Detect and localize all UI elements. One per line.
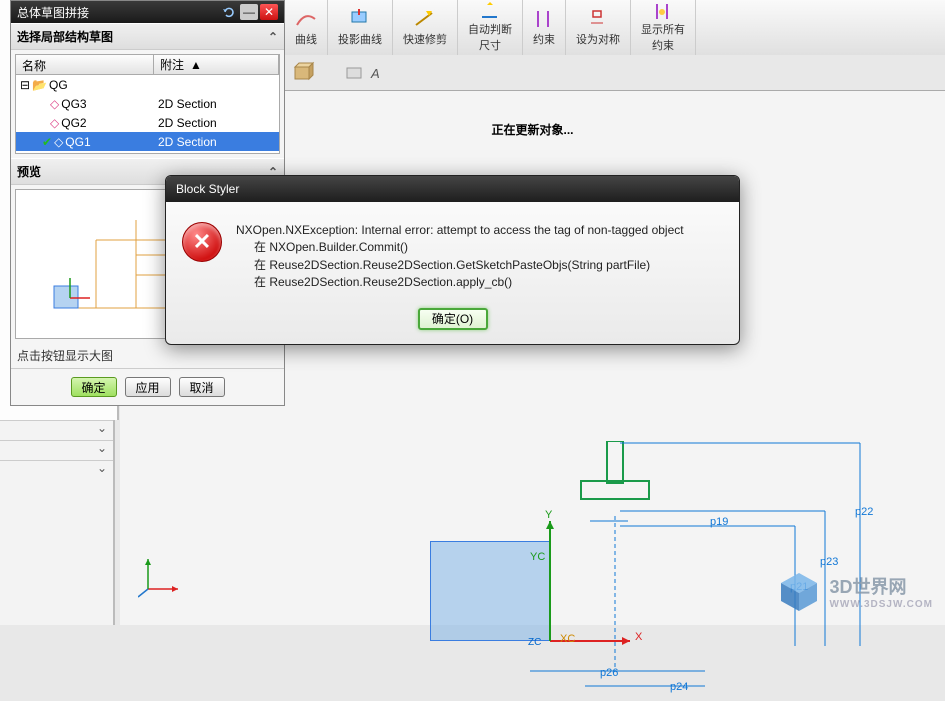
minimize-icon[interactable]: — xyxy=(240,4,258,20)
watermark-url: WWW.3DSJW.COM xyxy=(829,599,933,610)
chevron-down-icon[interactable]: ⌄ xyxy=(0,420,113,440)
close-icon[interactable]: ✕ xyxy=(260,4,278,20)
chevron-down-icon[interactable]: ⌄ xyxy=(0,440,113,460)
tree-root[interactable]: ⊟📂QG xyxy=(16,75,279,94)
section-select[interactable]: 选择局部结构草图 ⌃ xyxy=(11,23,284,50)
tree-row-selected[interactable]: ✔◇QG1 2D Section xyxy=(16,132,279,151)
tool-icon[interactable] xyxy=(345,64,365,82)
tree-header[interactable]: 名称 附注 ▲ xyxy=(16,55,279,75)
ribbon-label: 曲线 xyxy=(295,31,317,47)
ribbon-label: 快速修剪 xyxy=(403,31,447,47)
trim-icon xyxy=(414,9,436,29)
dim-icon xyxy=(479,2,501,19)
palette-titlebar[interactable]: 总体草图拼接 — ✕ xyxy=(11,1,284,23)
ribbon-item-showall[interactable]: 显示所有 约束 xyxy=(631,0,696,55)
node-label: QG3 xyxy=(61,97,86,111)
preview-caption: 点击按钮显示大图 xyxy=(11,343,284,368)
err-line: 在 Reuse2DSection.Reuse2DSection.GetSketc… xyxy=(236,257,684,274)
minus-icon[interactable]: ⊟ xyxy=(20,78,30,92)
dim-p19[interactable]: p19 xyxy=(710,516,728,528)
apply-button[interactable]: 应用 xyxy=(125,377,171,397)
left-collapse-column: ⌄ ⌄ ⌄ xyxy=(0,420,115,625)
logo-cube-icon xyxy=(777,569,821,613)
constraint-icon xyxy=(533,9,555,29)
dim-p24[interactable]: p24 xyxy=(670,681,688,693)
node-icon: ◇ xyxy=(50,116,59,130)
tree-row[interactable]: ◇QG3 2D Section xyxy=(16,94,279,113)
err-line: 在 Reuse2DSection.Reuse2DSection.apply_cb… xyxy=(236,274,684,291)
watermark: 3D世界网WWW.3DSJW.COM xyxy=(777,569,933,613)
status-message: 正在更新对象... xyxy=(491,121,573,138)
view-triad[interactable] xyxy=(138,553,184,599)
section-label: 选择局部结构草图 xyxy=(17,28,113,45)
text-tool-icon[interactable]: A xyxy=(369,64,391,82)
reset-icon[interactable] xyxy=(220,4,238,20)
node-icon: ◇ xyxy=(50,97,59,111)
ribbon-item-autodim[interactable]: 自动判断 尺寸 xyxy=(458,0,523,55)
watermark-text: 3D世界网 xyxy=(829,573,933,599)
check-icon: ✔ xyxy=(42,135,52,149)
ribbon-label: 显示所有 约束 xyxy=(641,21,685,53)
sort-up-icon[interactable]: ▲ xyxy=(190,58,202,72)
dim-p23[interactable]: p23 xyxy=(820,556,838,568)
err-line: NXOpen.NXException: Internal error: atte… xyxy=(236,222,684,239)
col-note[interactable]: 附注 xyxy=(160,56,184,73)
palette-title: 总体草图拼接 xyxy=(17,4,89,21)
ribbon-label: 设为对称 xyxy=(576,31,620,47)
error-dialog: Block Styler ✕ NXOpen.NXException: Inter… xyxy=(165,175,740,345)
chevron-up-icon: ⌃ xyxy=(268,30,278,44)
error-text: NXOpen.NXException: Internal error: atte… xyxy=(236,222,684,292)
tree[interactable]: 名称 附注▲ ⊟📂QG ◇QG32D Section ◇QG22D Sectio… xyxy=(15,54,280,154)
err-line: 在 NXOpen.Builder.Commit() xyxy=(236,239,684,256)
node-label: QG2 xyxy=(61,116,86,130)
dialog-ok-button[interactable]: 确定(O) xyxy=(418,308,488,330)
symmetric-icon xyxy=(587,9,609,29)
node-note: 2D Section xyxy=(154,135,279,149)
svg-text:A: A xyxy=(370,66,380,81)
ok-button[interactable]: 确定 xyxy=(71,377,117,397)
col-name[interactable]: 名称 xyxy=(16,55,154,74)
node-note: 2D Section xyxy=(154,97,279,111)
dialog-title: Block Styler xyxy=(176,182,239,196)
project-icon xyxy=(349,9,371,29)
node-label: QG1 xyxy=(65,135,90,149)
node-note: 2D Section xyxy=(154,116,279,130)
ribbon-item-constraint[interactable]: 约束 xyxy=(523,0,566,55)
section-label: 预览 xyxy=(17,163,41,180)
toolbar-row: A xyxy=(285,58,945,88)
ribbon-label: 自动判断 尺寸 xyxy=(468,21,512,53)
ribbon-item-curve[interactable]: 曲线 xyxy=(285,0,328,55)
ribbon-label: 约束 xyxy=(533,31,555,47)
chevron-down-icon[interactable]: ⌄ xyxy=(0,460,113,480)
cancel-button[interactable]: 取消 xyxy=(179,377,225,397)
button-row: 确定 应用 取消 xyxy=(11,368,284,405)
showall-icon xyxy=(652,2,674,19)
node-icon: ◇ xyxy=(54,135,63,149)
curve-icon xyxy=(295,9,317,29)
ribbon-item-symmetric[interactable]: 设为对称 xyxy=(566,0,631,55)
ribbon-item-trim[interactable]: 快速修剪 xyxy=(393,0,458,55)
dim-p22[interactable]: p22 xyxy=(855,506,873,518)
node-label: QG xyxy=(49,78,68,92)
folder-icon: 📂 xyxy=(32,78,47,92)
ribbon-item-project[interactable]: 投影曲线 xyxy=(328,0,393,55)
dim-p26[interactable]: p26 xyxy=(600,667,618,679)
ribbon: 曲线 投影曲线 快速修剪 自动判断 尺寸 约束 设为对称 显示所有 约束 xyxy=(285,0,945,55)
ribbon-label: 投影曲线 xyxy=(338,31,382,47)
solid-icon[interactable] xyxy=(291,61,319,85)
dialog-titlebar[interactable]: Block Styler xyxy=(166,176,739,202)
tree-row[interactable]: ◇QG2 2D Section xyxy=(16,113,279,132)
error-icon: ✕ xyxy=(182,222,222,262)
